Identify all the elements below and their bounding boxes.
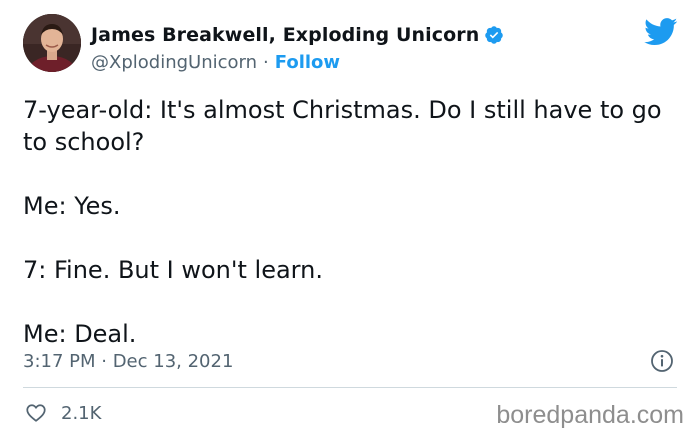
twitter-bird-icon[interactable] (644, 18, 678, 46)
follow-button[interactable]: Follow (275, 52, 340, 73)
author-display-name[interactable]: James Breakwell, Exploding Unicorn (91, 24, 479, 46)
author-name-row: James Breakwell, Exploding Unicorn (91, 22, 504, 48)
verified-badge-icon (485, 26, 504, 44)
divider (23, 387, 677, 388)
handle-separator: · (263, 51, 269, 73)
tweet-paragraph: 7-year-old: It's almost Christmas. Do I … (23, 96, 662, 156)
like-button[interactable]: 2.1K (25, 400, 101, 426)
tweet-text: 7-year-old: It's almost Christmas. Do I … (23, 94, 683, 382)
heart-icon (26, 404, 46, 422)
tweet-timestamp[interactable]: 3:17 PM · Dec 13, 2021 (23, 349, 233, 373)
author-handle[interactable]: @XplodingUnicorn (91, 52, 257, 73)
tweet-paragraph: Me: Yes. (23, 192, 121, 220)
tweet-card: James Breakwell, Exploding Unicorn @Xplo… (0, 0, 700, 441)
tweet-paragraph: Me: Deal. (23, 320, 137, 348)
like-count: 2.1K (61, 402, 102, 424)
avatar[interactable] (23, 14, 81, 72)
tweet-paragraph: 7: Fine. But I won't learn. (23, 256, 323, 284)
profile-photo (23, 14, 81, 72)
info-icon[interactable] (650, 349, 674, 373)
watermark: boredpanda.com (496, 400, 684, 429)
author-handle-row: @XplodingUnicorn · Follow (91, 50, 340, 74)
